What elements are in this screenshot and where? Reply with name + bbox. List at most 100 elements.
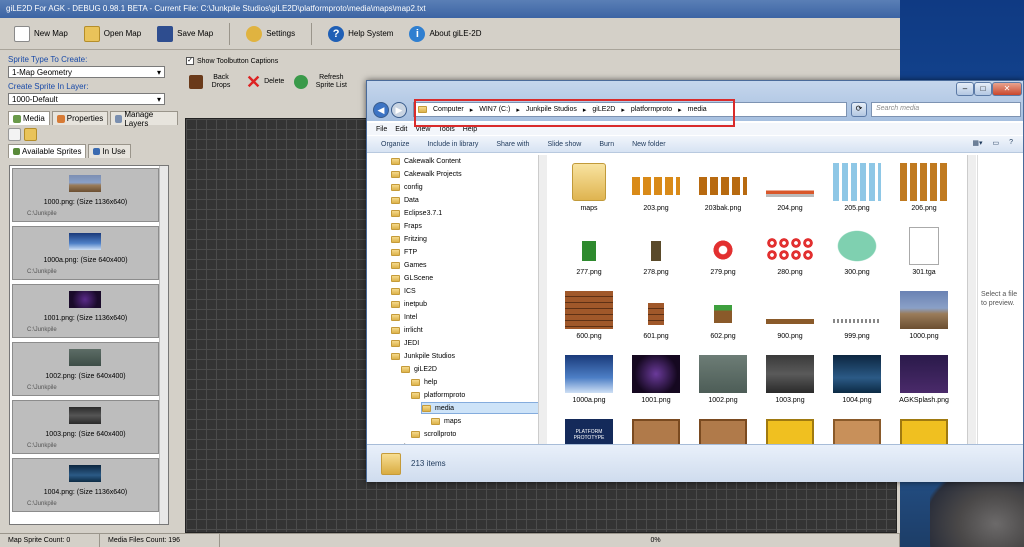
file-item[interactable]: 1000a.png	[557, 349, 621, 413]
file-view-scrollbar[interactable]	[967, 155, 976, 451]
tree-item[interactable]: scrollproto	[411, 428, 456, 440]
file-item[interactable]: 280.png	[758, 221, 822, 285]
tree-item[interactable]: JEDI	[391, 337, 419, 349]
new-map-button[interactable]: New Map	[8, 21, 74, 47]
tree-item[interactable]: Fritzing	[391, 233, 427, 245]
refresh-icon[interactable]: ⟳	[851, 102, 867, 117]
file-item[interactable]: 300.png	[825, 221, 889, 285]
tree-item[interactable]: config	[391, 181, 423, 193]
help-icon[interactable]: ?	[1009, 139, 1013, 147]
sprite-list-item[interactable]: 1002.png: (Size 640x400) C:\Junkpile	[12, 342, 159, 396]
tab-media[interactable]: Media	[8, 111, 50, 125]
help-icon: ?	[328, 25, 345, 42]
sprite-list-item[interactable]: 1003.png: (Size 640x400) C:\Junkpile	[12, 400, 159, 454]
sprite-list-item[interactable]: 1004.png: (Size 1136x640) C:\Junkpile	[12, 458, 159, 512]
file-item[interactable]: 203bak.png	[691, 157, 755, 221]
preview-pane-icon[interactable]: ▭	[992, 139, 999, 147]
tree-item[interactable]: help	[411, 376, 437, 388]
about-button[interactable]: i About giLE-2D	[403, 21, 487, 47]
menu-edit[interactable]: Edit	[395, 126, 407, 133]
file-item[interactable]: 1003.png	[758, 349, 822, 413]
minimize-button[interactable]: –	[956, 82, 974, 96]
tree-item[interactable]: ICS	[391, 285, 416, 297]
edit-icon[interactable]	[8, 128, 21, 141]
command-new-folder[interactable]: New folder	[632, 141, 665, 148]
file-item[interactable]: 600.png	[557, 285, 621, 349]
file-item[interactable]: 602.png	[691, 285, 755, 349]
file-item[interactable]: 206.png	[892, 157, 956, 221]
sprite-name: 1000.png: (Size 1136x640)	[43, 199, 128, 206]
file-item[interactable]: 301.tga	[892, 221, 956, 285]
file-item[interactable]: 277.png	[557, 221, 621, 285]
command-slide-show[interactable]: Slide show	[547, 141, 581, 148]
save-map-button[interactable]: Save Map	[151, 21, 219, 47]
tree-item[interactable]: maps	[431, 415, 461, 427]
tree-item[interactable]: giLE2D	[401, 363, 437, 375]
file-item[interactable]: 205.png	[825, 157, 889, 221]
sprite-type-select[interactable]: 1-Map Geometry ▾	[8, 66, 165, 78]
help-system-button[interactable]: ? Help System	[322, 21, 399, 47]
tree-item[interactable]: media	[421, 402, 541, 414]
sprite-list-item[interactable]: 1000.png: (Size 1136x640) C:\Junkpile	[12, 168, 159, 222]
sprite-list-item[interactable]: 1000a.png: (Size 640x400) C:\Junkpile	[12, 226, 159, 280]
file-name: 300.png	[844, 269, 870, 276]
tree-item[interactable]: FTP	[391, 246, 417, 258]
sprite-list-scrollbar[interactable]	[159, 166, 168, 524]
file-item[interactable]: 900.png	[758, 285, 822, 349]
command-share-with[interactable]: Share with	[496, 141, 529, 148]
file-item[interactable]: 1004.png	[825, 349, 889, 413]
tab-in-use[interactable]: In Use	[88, 144, 131, 158]
explorer-commandbar: Organize Include in library Share with Slid…	[367, 136, 1023, 153]
sprite-list-item[interactable]: 1001.png: (Size 1136x640) C:\Junkpile	[12, 284, 159, 338]
show-captions-checkbox[interactable]: ✓ Show Toolbutton Captions	[186, 57, 278, 65]
folder-item[interactable]: maps	[557, 157, 621, 221]
settings-button[interactable]: Settings	[240, 21, 301, 47]
tree-item[interactable]: Cakewalk Content	[391, 155, 461, 167]
tree-item[interactable]: Data	[391, 194, 419, 206]
tree-item[interactable]: Eclipse3.7.1	[391, 207, 442, 219]
back-arrow-icon[interactable]: ◀	[373, 102, 389, 118]
file-item[interactable]: 999.png	[825, 285, 889, 349]
close-button[interactable]: ✕	[992, 82, 1022, 96]
command-burn[interactable]: Burn	[599, 141, 614, 148]
tab-available-sprites[interactable]: Available Sprites	[8, 144, 87, 158]
tree-item[interactable]: irrlicht	[391, 324, 423, 336]
tree-item[interactable]: inetpub	[391, 298, 427, 310]
file-item[interactable]: 1001.png	[624, 349, 688, 413]
tree-item[interactable]: Fraps	[391, 220, 422, 232]
properties-icon	[56, 114, 65, 123]
tree-scrollbar[interactable]	[538, 155, 547, 451]
maximize-button[interactable]: □	[974, 82, 992, 96]
command-organize[interactable]: Organize	[381, 141, 409, 148]
navigation-tree: Cakewalk Content Cakewalk Projects config D…	[373, 155, 549, 451]
file-item[interactable]: 278.png	[624, 221, 688, 285]
back-drops-button[interactable]: Back Drops	[189, 69, 236, 95]
folder-icon	[391, 300, 400, 308]
file-item[interactable]: 203.png	[624, 157, 688, 221]
sprite-name: 1003.png: (Size 640x400)	[45, 431, 126, 438]
tree-item[interactable]: Junkpile Studios	[391, 350, 455, 362]
file-item[interactable]: 1002.png	[691, 349, 755, 413]
folder-icon[interactable]	[24, 128, 37, 141]
create-layer-select[interactable]: 1000-Default ▾	[8, 93, 165, 105]
file-item[interactable]: 279.png	[691, 221, 755, 285]
tree-item[interactable]: Cakewalk Projects	[391, 168, 462, 180]
file-item[interactable]: 601.png	[624, 285, 688, 349]
delete-button[interactable]: ✕ Delete	[246, 69, 284, 95]
tree-item[interactable]: Games	[391, 259, 427, 271]
file-item[interactable]: AGKSplash.png	[892, 349, 956, 413]
file-item[interactable]: 1000.png	[892, 285, 956, 349]
forward-arrow-icon[interactable]: ▶	[391, 102, 407, 118]
tab-properties[interactable]: Properties	[51, 111, 109, 125]
tree-item[interactable]: platformproto	[411, 389, 465, 401]
tree-item[interactable]: GLScene	[391, 272, 433, 284]
open-map-button[interactable]: Open Map	[78, 21, 147, 47]
refresh-sprite-list-button[interactable]: Refresh Sprite List	[294, 69, 351, 95]
search-input[interactable]: Search media	[871, 102, 1021, 117]
view-icon[interactable]: ▦▾	[972, 139, 982, 147]
menu-file[interactable]: File	[376, 126, 387, 133]
tab-manage-layers[interactable]: Manage Layers	[110, 110, 178, 128]
tree-item[interactable]: Intel	[391, 311, 417, 323]
file-item[interactable]: 204.png	[758, 157, 822, 221]
command-include-in-library[interactable]: Include in library	[427, 141, 478, 148]
